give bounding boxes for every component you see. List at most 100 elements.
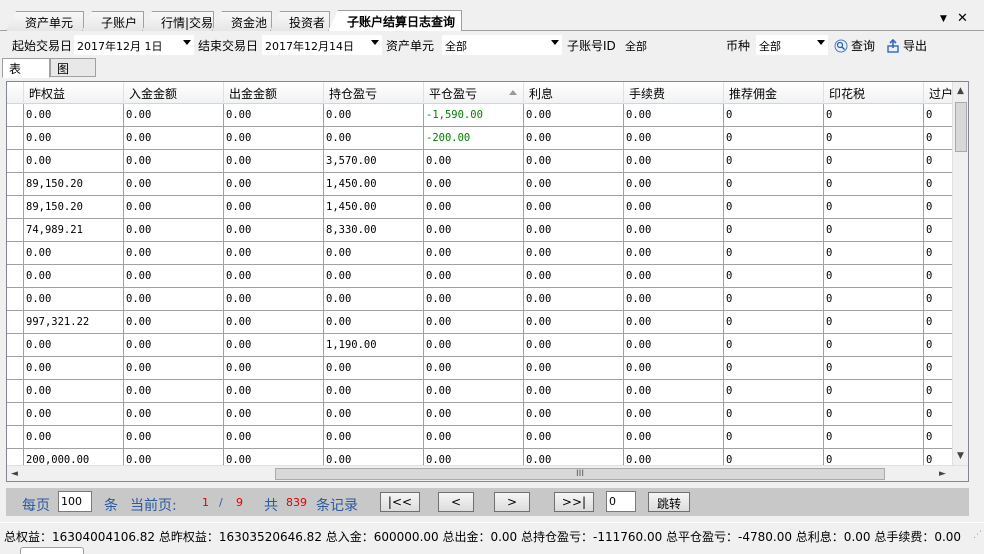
tab-list-dropdown-icon[interactable]: ▼ — [940, 14, 947, 24]
table-cell[interactable]: 0.00 — [624, 403, 724, 426]
table-cell[interactable]: 0.00 — [524, 104, 624, 127]
table-cell[interactable]: 0 — [824, 173, 924, 196]
column-header-6[interactable]: 手续费 — [624, 82, 724, 104]
table-cell[interactable]: 0 — [824, 426, 924, 449]
table-row[interactable]: 0.00 0.00 0.00 0.00 0.00 0.00 0.00 0 0 0 — [7, 426, 968, 449]
table-cell[interactable]: 0.00 — [24, 403, 124, 426]
table-cell[interactable]: 0 — [724, 288, 824, 311]
table-cell[interactable]: 0.00 — [624, 150, 724, 173]
table-cell[interactable]: 0.00 — [624, 196, 724, 219]
horizontal-scroll-thumb[interactable]: III — [275, 468, 885, 480]
jump-page-input[interactable]: 0 — [606, 491, 636, 512]
table-cell[interactable]: 0.00 — [424, 242, 524, 265]
table-cell[interactable]: 0.00 — [224, 127, 324, 150]
table-cell[interactable]: 0.00 — [424, 173, 524, 196]
table-cell[interactable]: 0.00 — [624, 288, 724, 311]
table-cell[interactable]: 0 — [824, 127, 924, 150]
table-row[interactable]: 89,150.20 0.00 0.00 1,450.00 0.00 0.00 0.00 0 0 0 — [7, 173, 968, 196]
row-selector[interactable] — [7, 104, 24, 127]
jump-button[interactable]: 跳转 — [648, 492, 690, 512]
query-button[interactable]: 查询 — [834, 35, 875, 55]
table-cell[interactable]: 997,321.22 — [24, 311, 124, 334]
table-cell[interactable]: 0 — [724, 357, 824, 380]
table-cell[interactable]: 0.00 — [224, 104, 324, 127]
table-cell[interactable]: 0.00 — [324, 242, 424, 265]
table-cell[interactable]: 0.00 — [424, 426, 524, 449]
row-selector[interactable] — [7, 311, 24, 334]
table-cell[interactable]: 0.00 — [224, 265, 324, 288]
first-page-button[interactable]: |<< — [380, 492, 420, 512]
table-cell[interactable]: 0.00 — [224, 380, 324, 403]
table-cell[interactable]: 0.00 — [624, 242, 724, 265]
table-cell[interactable]: 0.00 — [224, 357, 324, 380]
table-cell[interactable]: 0.00 — [524, 403, 624, 426]
table-row[interactable]: 0.00 0.00 0.00 3,570.00 0.00 0.00 0.00 0 0 0 — [7, 150, 968, 173]
table-cell[interactable]: 89,150.20 — [24, 196, 124, 219]
table-cell[interactable]: 0 — [824, 357, 924, 380]
table-cell[interactable]: 0.00 — [124, 403, 224, 426]
vertical-scroll-thumb[interactable] — [955, 102, 967, 152]
table-cell[interactable]: 0.00 — [624, 173, 724, 196]
table-cell[interactable]: 0 — [824, 334, 924, 357]
table-cell[interactable]: 0 — [724, 127, 824, 150]
table-cell[interactable]: 0 — [824, 196, 924, 219]
tab-investor[interactable]: 投资者 — [270, 11, 330, 31]
table-cell[interactable]: 0.00 — [524, 265, 624, 288]
row-selector[interactable] — [7, 380, 24, 403]
table-cell[interactable]: 0.00 — [224, 242, 324, 265]
table-cell[interactable]: 0.00 — [224, 403, 324, 426]
currency-select[interactable]: 全部 — [756, 35, 828, 55]
table-cell[interactable]: 0.00 — [524, 311, 624, 334]
prev-page-button[interactable]: < — [438, 492, 474, 512]
table-cell[interactable]: 0.00 — [424, 150, 524, 173]
table-cell[interactable]: 0 — [824, 403, 924, 426]
asset-unit-select[interactable]: 全部 — [442, 35, 562, 55]
table-cell[interactable]: 0.00 — [124, 219, 224, 242]
table-cell[interactable]: -1,590.00 — [424, 104, 524, 127]
table-cell[interactable]: 0 — [824, 150, 924, 173]
table-cell[interactable]: 0.00 — [624, 334, 724, 357]
table-cell[interactable]: 0.00 — [524, 242, 624, 265]
table-cell[interactable]: 0.00 — [124, 311, 224, 334]
table-cell[interactable]: 0 — [824, 242, 924, 265]
vertical-scrollbar[interactable]: ▲ ▼ — [952, 82, 968, 466]
column-header-0[interactable]: 昨权益 — [24, 82, 124, 104]
table-row[interactable]: 997,321.22 0.00 0.00 0.00 0.00 0.00 0.00 0 0 0 — [7, 311, 968, 334]
table-cell[interactable]: 0.00 — [424, 380, 524, 403]
table-cell[interactable]: 0.00 — [124, 265, 224, 288]
table-cell[interactable]: 0.00 — [624, 380, 724, 403]
row-selector[interactable] — [7, 150, 24, 173]
table-row[interactable]: 0.00 0.00 0.00 0.00 -200.00 0.00 0.00 0 0 0 — [7, 127, 968, 150]
table-cell[interactable]: 0.00 — [524, 357, 624, 380]
table-cell[interactable]: 0 — [724, 334, 824, 357]
table-cell[interactable]: 0 — [724, 311, 824, 334]
table-cell[interactable]: 0.00 — [624, 357, 724, 380]
horizontal-scrollbar[interactable]: ◄ III ► — [7, 465, 968, 481]
table-cell[interactable]: 0 — [724, 196, 824, 219]
next-page-button[interactable]: > — [494, 492, 530, 512]
table-cell[interactable]: 0.00 — [524, 219, 624, 242]
column-header-3[interactable]: 持仓盈亏 — [324, 82, 424, 104]
table-cell[interactable]: 1,190.00 — [324, 334, 424, 357]
row-selector[interactable] — [7, 334, 24, 357]
table-cell[interactable]: 0.00 — [24, 150, 124, 173]
table-cell[interactable]: 0.00 — [524, 426, 624, 449]
table-cell[interactable]: 0.00 — [524, 150, 624, 173]
table-cell[interactable]: 0 — [824, 311, 924, 334]
table-cell[interactable]: 0.00 — [324, 104, 424, 127]
table-cell[interactable]: 0.00 — [624, 311, 724, 334]
table-cell[interactable]: 8,330.00 — [324, 219, 424, 242]
table-cell[interactable]: 0.00 — [24, 426, 124, 449]
column-header-7[interactable]: 推荐佣金 — [724, 82, 824, 104]
table-row[interactable]: 89,150.20 0.00 0.00 1,450.00 0.00 0.00 0.00 0 0 0 — [7, 196, 968, 219]
column-header-2[interactable]: 出金金额 — [224, 82, 324, 104]
tab-asset-unit[interactable]: 资产单元 — [6, 11, 84, 31]
table-row[interactable]: 0.00 0.00 0.00 1,190.00 0.00 0.00 0.00 0 0 0 — [7, 334, 968, 357]
column-header-5[interactable]: 利息 — [524, 82, 624, 104]
table-cell[interactable]: 0.00 — [624, 426, 724, 449]
row-selector[interactable] — [7, 127, 24, 150]
table-cell[interactable]: 0.00 — [224, 288, 324, 311]
table-cell[interactable]: 0.00 — [424, 403, 524, 426]
scroll-up-icon[interactable]: ▲ — [957, 86, 964, 96]
table-cell[interactable]: 0.00 — [524, 196, 624, 219]
